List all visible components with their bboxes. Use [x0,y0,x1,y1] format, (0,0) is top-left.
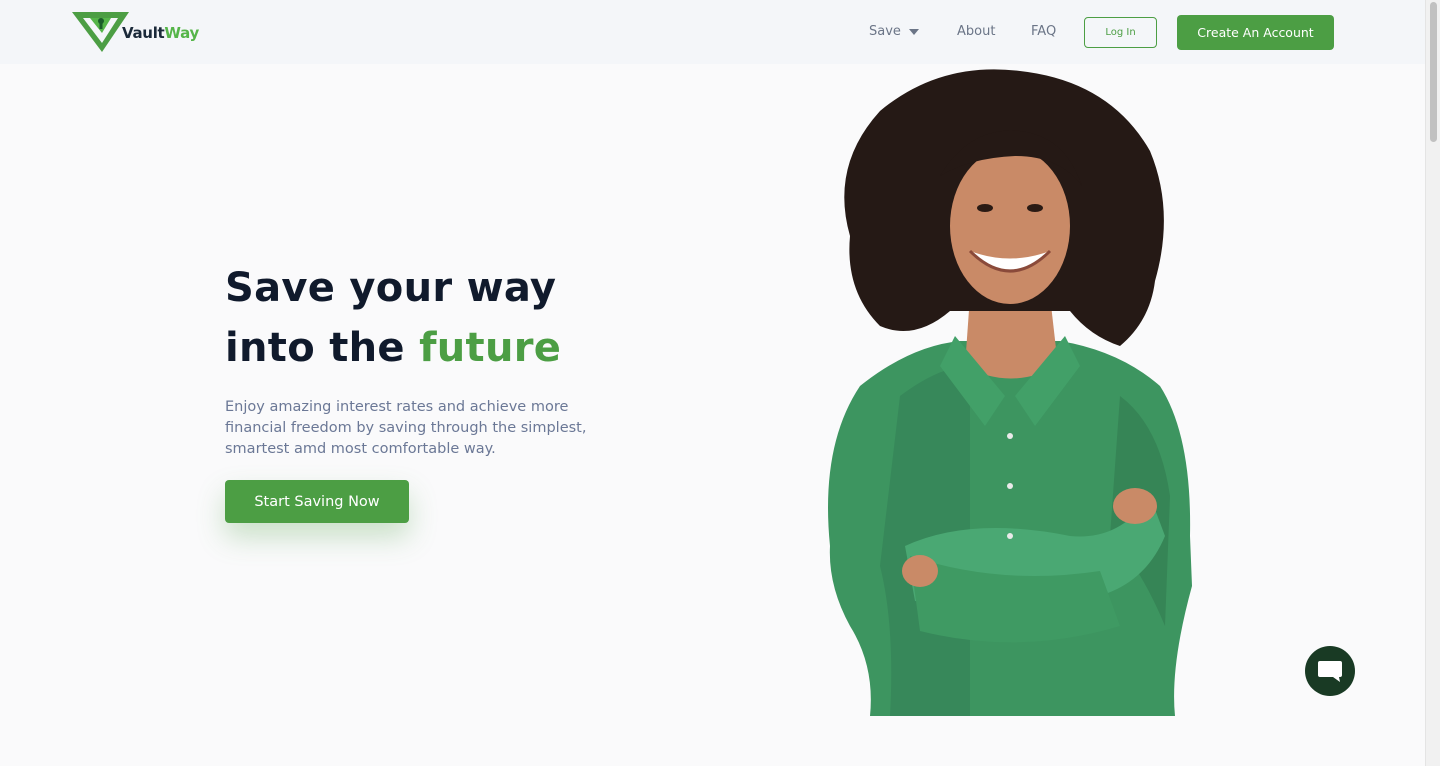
brand-name-vault: Vault [122,24,165,42]
chat-widget-button[interactable] [1305,646,1355,696]
hero-subtitle: Enjoy amazing interest rates and achieve… [225,399,587,457]
chat-bubble-icon [1318,661,1342,682]
login-button[interactable]: Log In [1084,17,1157,48]
page-scrollbar[interactable] [1425,0,1440,766]
hero-title-line1: Save your way [225,265,557,311]
start-saving-button[interactable]: Start Saving Now [225,480,409,523]
nav-about-link[interactable]: About [957,24,995,39]
hero-title: Save your way into the future [225,258,745,378]
create-account-button[interactable]: Create An Account [1177,15,1334,50]
hero-title-line2: into the future [225,318,745,378]
nav-save-label: Save [869,24,901,39]
landing-page: VaultWay Save About FAQ Log In Create An… [0,0,1440,766]
brand-name-way: Way [164,24,199,42]
hero-woman-photo [828,69,1192,716]
chevron-down-icon [908,29,919,35]
hero-title-line2-prefix: into the [225,325,420,371]
brand-logo[interactable]: VaultWay [72,11,199,53]
nav-save-dropdown[interactable]: Save [869,24,919,39]
hero-title-accent: future [419,325,562,371]
top-navbar: VaultWay Save About FAQ Log In Create An… [0,0,1425,64]
scrollbar-thumb[interactable] [1430,2,1437,142]
nav-faq-link[interactable]: FAQ [1031,24,1056,39]
brand-name: VaultWay [122,24,199,42]
